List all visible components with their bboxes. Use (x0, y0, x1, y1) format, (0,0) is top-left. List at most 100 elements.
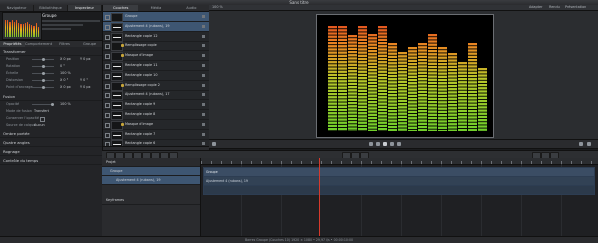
render-menu[interactable]: Rendu (549, 5, 560, 10)
layer-row[interactable]: Groupe (103, 12, 209, 22)
zoom-level[interactable]: 100 % (212, 5, 223, 10)
view-menu[interactable]: Présentation (565, 5, 586, 10)
timeline-clip-sublayer[interactable] (203, 185, 595, 195)
playhead[interactable] (319, 158, 320, 236)
param-slider[interactable] (32, 72, 54, 75)
param-value[interactable]: X 0 px (60, 57, 71, 62)
param-row[interactable]: Échelle 100 % (0, 71, 102, 76)
layer-visibility-checkbox[interactable] (105, 54, 110, 60)
param-value[interactable]: 0 ° (60, 64, 65, 69)
play-icon[interactable] (383, 142, 387, 146)
lock-icon[interactable] (202, 73, 205, 77)
param-value-2[interactable]: Y 0 px (80, 57, 91, 62)
equalizer-bar[interactable] (408, 47, 417, 131)
equalizer-bar[interactable] (358, 26, 367, 131)
param-row[interactable]: Conserver l’opacité (0, 116, 102, 122)
section-timing[interactable]: Contrôle du temps (0, 158, 105, 165)
tab-media[interactable]: Média (138, 5, 173, 11)
equalizer-bar[interactable] (398, 52, 407, 131)
lock-icon[interactable] (202, 15, 205, 18)
equalizer-bar[interactable] (428, 34, 437, 131)
layer-visibility-checkbox[interactable] (105, 15, 110, 20)
layer-row[interactable]: Rectangle copie 12 (103, 32, 209, 42)
param-slider[interactable] (32, 86, 54, 89)
timeline-ruler[interactable] (201, 158, 598, 165)
tab-layers[interactable]: Couches (103, 5, 139, 11)
equalizer-bar[interactable] (378, 26, 387, 131)
param-slider[interactable] (32, 103, 54, 106)
param-value[interactable]: 100 % (60, 102, 71, 107)
layer-row[interactable]: Remplissage copie (103, 41, 209, 52)
step-back-icon[interactable] (376, 142, 380, 146)
param-slider[interactable] (32, 58, 54, 61)
param-slider[interactable] (32, 79, 54, 82)
param-slider[interactable] (32, 65, 54, 68)
fit-menu[interactable]: Adapter (529, 5, 542, 10)
param-row[interactable]: Source de calque Aucun (0, 123, 102, 128)
step-forward-icon[interactable] (390, 142, 394, 146)
equalizer-bar[interactable] (368, 34, 377, 131)
param-value-2[interactable]: Y 0 ° (80, 78, 88, 83)
layer-visibility-checkbox[interactable] (105, 113, 110, 118)
equalizer-bar[interactable] (388, 43, 397, 131)
equalizer-bar[interactable] (328, 26, 337, 131)
layer-visibility-checkbox[interactable] (105, 122, 110, 128)
lock-icon[interactable] (202, 142, 205, 146)
layer-row[interactable]: Masque d’image (103, 51, 209, 62)
layer-row[interactable]: Masque d’image (103, 120, 209, 130)
lock-icon[interactable] (202, 44, 205, 48)
layer-row[interactable]: Rectangle copie 8 (103, 110, 209, 120)
layer-visibility-checkbox[interactable] (105, 132, 110, 138)
layer-row[interactable]: Ajustement 4 (rubans), 19 (103, 21, 209, 32)
layer-source-select[interactable]: Aucun (34, 123, 45, 128)
equalizer-bar[interactable] (338, 26, 347, 131)
layer-row[interactable]: Remplissage copie 2 (103, 81, 209, 91)
tab-library[interactable]: Bibliothèque (34, 5, 68, 11)
equalizer-bar[interactable] (438, 47, 447, 131)
lock-icon[interactable] (202, 132, 205, 136)
equalizer-bar[interactable] (458, 62, 467, 131)
param-row[interactable]: Rotation 0 ° (0, 64, 102, 69)
param-value[interactable]: 100 % (60, 71, 71, 76)
param-row[interactable]: Mode de fusion Transfert (0, 109, 102, 114)
go-to-end-icon[interactable] (397, 142, 401, 146)
layer-visibility-checkbox[interactable] (105, 83, 110, 89)
equalizer-bar[interactable] (478, 68, 487, 131)
equalizer-bar[interactable] (348, 35, 357, 131)
section-crop[interactable]: Rognage (0, 149, 105, 156)
lock-icon[interactable] (202, 103, 205, 107)
loop-icon[interactable] (579, 142, 583, 146)
timeline-row[interactable]: Groupe (102, 167, 200, 176)
preserve-opacity-checkbox[interactable] (40, 117, 45, 122)
lock-icon[interactable] (202, 54, 205, 58)
param-value-2[interactable]: Y 0 px (80, 85, 91, 90)
param-value[interactable]: X 0 ° (60, 78, 68, 83)
lock-icon[interactable] (202, 113, 205, 116)
param-row[interactable]: Position X 0 px Y 0 px (0, 57, 102, 62)
param-row[interactable]: Distorsion X 0 ° Y 0 ° (0, 78, 102, 83)
timeline-row[interactable]: Ajustement 4 (rubans), 19 (102, 176, 200, 185)
layer-visibility-checkbox[interactable] (105, 24, 110, 30)
param-row[interactable]: Point d’ancrage X 0 px Y 0 px (0, 85, 102, 90)
tab-navigator[interactable]: Navigateur (0, 5, 34, 11)
equalizer-bar[interactable] (448, 53, 457, 131)
timeline-row[interactable]: Projet (102, 158, 200, 167)
canvas[interactable] (316, 14, 494, 138)
blend-mode-select[interactable]: Transfert (34, 109, 49, 114)
lock-icon[interactable] (202, 83, 205, 87)
section-blending[interactable]: Fusion (0, 94, 105, 101)
lock-icon[interactable] (202, 24, 205, 28)
lock-icon[interactable] (202, 64, 205, 67)
param-value[interactable]: X 0 px (60, 85, 71, 90)
section-drop-shadow[interactable]: Ombre portée (0, 131, 105, 138)
layer-visibility-checkbox[interactable] (105, 93, 110, 99)
layer-visibility-checkbox[interactable] (105, 73, 110, 79)
layer-visibility-checkbox[interactable] (105, 44, 110, 50)
equalizer-bar[interactable] (418, 43, 427, 131)
lock-icon[interactable] (202, 93, 205, 97)
lock-icon[interactable] (202, 122, 205, 126)
layer-row[interactable]: Rectangle copie 9 (103, 100, 209, 111)
record-icon[interactable] (212, 142, 216, 146)
go-to-start-icon[interactable] (369, 142, 373, 146)
tab-audio[interactable]: Audio (174, 5, 209, 11)
